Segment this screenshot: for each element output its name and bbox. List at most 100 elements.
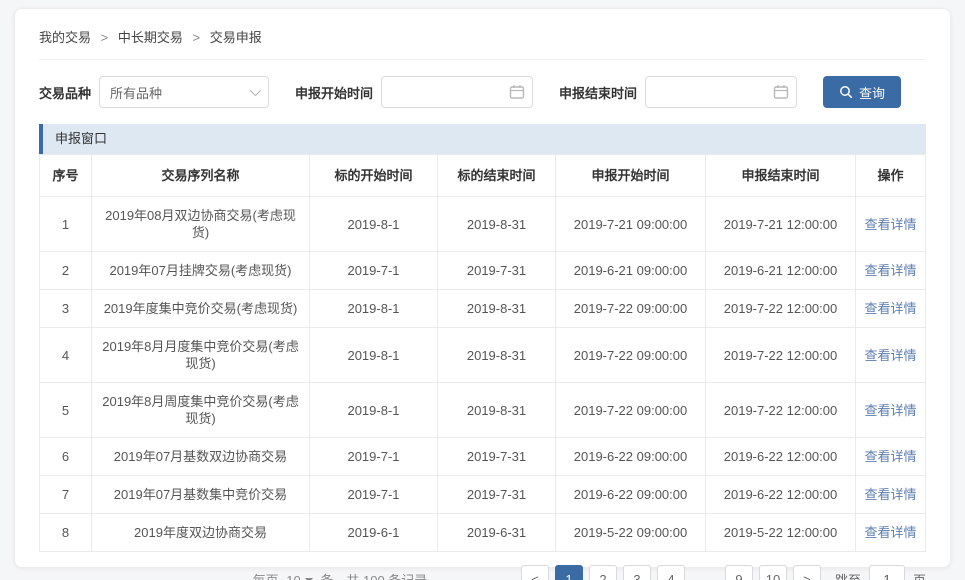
cell-declare-start: 2019-6-22 09:00:00 bbox=[556, 476, 706, 514]
trade-declare-panel: 我的交易 > 中长期交易 > 交易申报 交易品种 所有品种 申报开始时间 申报结… bbox=[14, 8, 951, 568]
cell-declare-start: 2019-5-22 09:00:00 bbox=[556, 514, 706, 552]
cell-series-name: 2019年07月基数集中竞价交易 bbox=[92, 476, 310, 514]
table-row: 8 2019年度双边协商交易 2019-6-1 2019-6-31 2019-5… bbox=[40, 514, 926, 552]
cell-target-start: 2019-6-1 bbox=[310, 514, 438, 552]
table-row: 3 2019年度集中竞价交易(考虑现货) 2019-8-1 2019-8-31 … bbox=[40, 290, 926, 328]
cell-action: 查看详情 bbox=[856, 197, 926, 252]
cell-declare-end: 2019-6-21 12:00:00 bbox=[706, 252, 856, 290]
cell-action: 查看详情 bbox=[856, 438, 926, 476]
jump-label: 跳至 bbox=[835, 570, 861, 580]
cell-target-end: 2019-8-31 bbox=[438, 328, 556, 383]
cell-declare-end: 2019-5-22 12:00:00 bbox=[706, 514, 856, 552]
table-row: 6 2019年07月基数双边协商交易 2019-7-1 2019-7-31 20… bbox=[40, 438, 926, 476]
cell-declare-start: 2019-7-22 09:00:00 bbox=[556, 328, 706, 383]
cell-index: 4 bbox=[40, 328, 92, 383]
cell-target-start: 2019-7-1 bbox=[310, 476, 438, 514]
view-detail-link[interactable]: 查看详情 bbox=[864, 301, 916, 316]
cell-series-name: 2019年08月双边协商交易(考虑现货) bbox=[92, 197, 310, 252]
cell-target-end: 2019-7-31 bbox=[438, 438, 556, 476]
breadcrumb-my-trades[interactable]: 我的交易 bbox=[39, 30, 91, 45]
breadcrumb-mid-long-term[interactable]: 中长期交易 bbox=[118, 30, 183, 45]
per-page-select[interactable]: 10 bbox=[286, 573, 312, 580]
cell-index: 1 bbox=[40, 197, 92, 252]
cell-action: 查看详情 bbox=[856, 514, 926, 552]
declare-start-field bbox=[381, 76, 533, 108]
cell-series-name: 2019年8月周度集中竞价交易(考虑现货) bbox=[92, 383, 310, 438]
cell-declare-start: 2019-6-21 09:00:00 bbox=[556, 252, 706, 290]
declare-end-field bbox=[645, 76, 797, 108]
table-body: 1 2019年08月双边协商交易(考虑现货) 2019-8-1 2019-8-3… bbox=[40, 197, 926, 552]
table-footer: 每页 10 条，共 100 条记录 <1234... 9 10 > 跳至 页 bbox=[39, 565, 926, 580]
product-type-label: 交易品种 bbox=[39, 83, 91, 102]
jump-to-page: 跳至 页 bbox=[835, 565, 926, 580]
cell-declare-start: 2019-6-22 09:00:00 bbox=[556, 438, 706, 476]
cell-target-start: 2019-8-1 bbox=[310, 290, 438, 328]
cell-action: 查看详情 bbox=[856, 290, 926, 328]
cell-series-name: 2019年07月挂牌交易(考虑现货) bbox=[92, 252, 310, 290]
cell-declare-start: 2019-7-22 09:00:00 bbox=[556, 383, 706, 438]
cell-target-start: 2019-8-1 bbox=[310, 383, 438, 438]
cell-declare-end: 2019-7-22 12:00:00 bbox=[706, 290, 856, 328]
view-detail-link[interactable]: 查看详情 bbox=[864, 403, 916, 418]
cell-target-end: 2019-7-31 bbox=[438, 252, 556, 290]
cell-series-name: 2019年度集中竞价交易(考虑现货) bbox=[92, 290, 310, 328]
declare-window-table: 序号 交易序列名称 标的开始时间 标的结束时间 申报开始时间 申报结束时间 操作… bbox=[39, 154, 926, 552]
header-action: 操作 bbox=[856, 155, 926, 197]
cell-index: 6 bbox=[40, 438, 92, 476]
query-button-label: 查询 bbox=[859, 83, 885, 102]
cell-series-name: 2019年度双边协商交易 bbox=[92, 514, 310, 552]
view-detail-link[interactable]: 查看详情 bbox=[864, 348, 916, 363]
per-page-control: 每页 10 条，共 100 条记录 bbox=[39, 570, 521, 580]
table-row: 7 2019年07月基数集中竞价交易 2019-7-1 2019-7-31 20… bbox=[40, 476, 926, 514]
cell-target-end: 2019-8-31 bbox=[438, 383, 556, 438]
cell-declare-end: 2019-7-22 12:00:00 bbox=[706, 383, 856, 438]
calendar-icon[interactable] bbox=[773, 84, 789, 100]
section-title-declare-window: 申报窗口 bbox=[39, 124, 926, 154]
breadcrumb-current-trade-declare: 交易申报 bbox=[210, 30, 262, 45]
cell-declare-end: 2019-7-22 12:00:00 bbox=[706, 328, 856, 383]
jump-page-input[interactable] bbox=[869, 565, 905, 580]
cell-series-name: 2019年07月基数双边协商交易 bbox=[92, 438, 310, 476]
table-row: 1 2019年08月双边协商交易(考虑现货) 2019-8-1 2019-8-3… bbox=[40, 197, 926, 252]
cell-index: 7 bbox=[40, 476, 92, 514]
cell-index: 3 bbox=[40, 290, 92, 328]
view-detail-link[interactable]: 查看详情 bbox=[864, 263, 916, 278]
cell-target-end: 2019-7-31 bbox=[438, 476, 556, 514]
table-row: 4 2019年8月月度集中竞价交易(考虑现货) 2019-8-1 2019-8-… bbox=[40, 328, 926, 383]
view-detail-link[interactable]: 查看详情 bbox=[864, 525, 916, 540]
cell-action: 查看详情 bbox=[856, 383, 926, 438]
cell-target-start: 2019-7-1 bbox=[310, 438, 438, 476]
cell-target-end: 2019-6-31 bbox=[438, 514, 556, 552]
cell-action: 查看详情 bbox=[856, 476, 926, 514]
header-target-start: 标的开始时间 bbox=[310, 155, 438, 197]
cell-index: 2 bbox=[40, 252, 92, 290]
search-icon bbox=[839, 85, 853, 99]
page-next-button[interactable]: > bbox=[793, 565, 821, 580]
page-button[interactable]: 2 bbox=[589, 565, 617, 580]
page-button[interactable]: 1 bbox=[555, 565, 583, 580]
per-page-label: 每页 bbox=[253, 573, 279, 580]
page-button[interactable]: 3 bbox=[623, 565, 651, 580]
cell-index: 5 bbox=[40, 383, 92, 438]
table-row: 2 2019年07月挂牌交易(考虑现货) 2019-7-1 2019-7-31 … bbox=[40, 252, 926, 290]
view-detail-link[interactable]: 查看详情 bbox=[864, 449, 916, 464]
header-index: 序号 bbox=[40, 155, 92, 197]
view-detail-link[interactable]: 查看详情 bbox=[864, 487, 916, 502]
page-button[interactable]: 10 bbox=[759, 565, 787, 580]
cell-target-start: 2019-8-1 bbox=[310, 328, 438, 383]
table-header-row: 序号 交易序列名称 标的开始时间 标的结束时间 申报开始时间 申报结束时间 操作 bbox=[40, 155, 926, 197]
view-detail-link[interactable]: 查看详情 bbox=[864, 217, 916, 232]
page-button[interactable]: 9 bbox=[725, 565, 753, 580]
page-prev-button[interactable]: < bbox=[521, 565, 549, 580]
page-ellipsis: ... bbox=[691, 565, 719, 580]
query-button[interactable]: 查询 bbox=[823, 76, 901, 108]
page-button[interactable]: 4 bbox=[657, 565, 685, 580]
calendar-icon[interactable] bbox=[509, 84, 525, 100]
header-series-name: 交易序列名称 bbox=[92, 155, 310, 197]
table-row: 5 2019年8月周度集中竞价交易(考虑现货) 2019-8-1 2019-8-… bbox=[40, 383, 926, 438]
breadcrumb: 我的交易 > 中长期交易 > 交易申报 bbox=[39, 27, 926, 60]
per-page-value: 10 bbox=[286, 573, 300, 580]
filter-bar: 交易品种 所有品种 申报开始时间 申报结束时间 bbox=[39, 76, 926, 108]
product-type-select[interactable]: 所有品种 bbox=[99, 76, 269, 108]
breadcrumb-separator: > bbox=[101, 30, 109, 45]
